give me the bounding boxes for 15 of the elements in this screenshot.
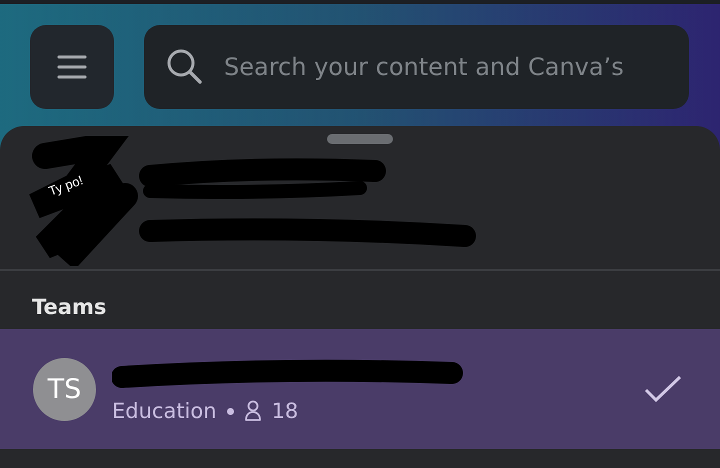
- team-type: Education: [112, 399, 217, 423]
- search-field[interactable]: Search your content and Canva’s: [144, 25, 689, 109]
- drag-handle[interactable]: [327, 134, 393, 144]
- menu-button[interactable]: [30, 25, 114, 109]
- member-count: 18: [272, 399, 298, 423]
- section-heading: Teams: [31, 294, 108, 321]
- separator-dot: [226, 408, 234, 414]
- person-icon: [244, 400, 262, 422]
- team-row[interactable]: TS Education 18: [0, 329, 720, 449]
- annotation-text: Ty po!: [46, 172, 85, 199]
- team-avatar: TS: [33, 358, 96, 420]
- checkmark-icon: [644, 375, 682, 403]
- search-input[interactable]: Search your content and Canva’s: [222, 52, 689, 82]
- search-icon: [166, 48, 204, 86]
- menu-icon: [57, 54, 87, 80]
